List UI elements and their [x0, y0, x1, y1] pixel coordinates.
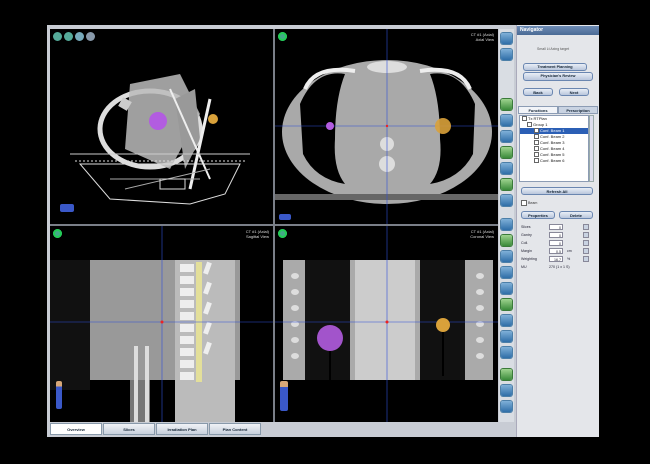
tool-icon[interactable] — [501, 401, 512, 412]
ct-coronal-image — [275, 226, 498, 422]
tool-icon[interactable] — [501, 385, 512, 396]
tool-icon[interactable] — [501, 315, 512, 326]
window-level-icon[interactable] — [501, 163, 512, 174]
param-input[interactable]: 0 — [549, 232, 563, 238]
next-button[interactable]: Next — [559, 88, 589, 96]
standing-figure-icon — [56, 381, 62, 409]
workflow-step-physicians-review[interactable]: Physician's Review — [523, 72, 593, 81]
plan-name: Small Lt Axing target — [537, 47, 570, 51]
tab-overview[interactable]: Overview — [50, 423, 102, 435]
zoom-icon[interactable] — [501, 131, 512, 142]
tab-irradiation-plan[interactable]: Irradiation Plan — [156, 423, 208, 435]
move-icon[interactable] — [501, 99, 512, 110]
param-stepper[interactable] — [583, 248, 589, 254]
tool-icon[interactable] — [501, 49, 512, 60]
navigator-panel: Navigator Small Lt Axing target Treatmen… — [516, 25, 599, 437]
crosshair-icon[interactable] — [501, 115, 512, 126]
checkbox[interactable] — [534, 152, 539, 158]
param-row: Coll. 0 — [519, 239, 595, 247]
plan-tree: Tx RTPlan Group 1 Conf. Beam 1 Conf. Bea… — [519, 115, 589, 182]
viewport-coronal[interactable]: CT #1 (Axial) Coronal View — [275, 226, 498, 422]
planning-app: CT #1 (Axial) Axial View CT #1 (Axial) S… — [47, 25, 599, 437]
workflow-step-treatment-planning[interactable]: Treatment Planning — [523, 63, 587, 71]
viewport-sagittal[interactable]: CT #1 (Axial) Sagittal View — [50, 226, 273, 422]
measure-icon[interactable] — [501, 147, 512, 158]
param-input[interactable]: 0.5 — [549, 248, 563, 254]
viewport-grid: CT #1 (Axial) Axial View CT #1 (Axial) S… — [50, 29, 498, 422]
bottom-tabs: Overview Slices Irradiation Plan Plan Co… — [50, 423, 498, 435]
checkbox[interactable] — [521, 200, 527, 206]
tool-icon[interactable] — [501, 235, 512, 246]
properties-button[interactable]: Properties — [521, 211, 555, 219]
orientation-figure-icon — [60, 204, 74, 212]
panel-title: Navigator — [517, 26, 599, 35]
param-row: MU 270 (1 x 1 S) — [521, 265, 570, 269]
param-row: Slices 0 — [519, 223, 595, 231]
expand-icon[interactable] — [522, 116, 527, 122]
beam-checkbox-row[interactable]: Beam — [521, 200, 537, 206]
param-stepper[interactable] — [583, 224, 589, 230]
viewport-axial[interactable]: CT #1 (Axial) Axial View — [275, 29, 498, 224]
expand-icon[interactable] — [527, 122, 532, 128]
tool-icon[interactable] — [501, 219, 512, 230]
render-3d — [70, 74, 250, 205]
tool-icon[interactable] — [501, 299, 512, 310]
param-input[interactable]: 0 — [549, 240, 563, 246]
param-row: Gantry 0 — [519, 231, 595, 239]
param-stepper[interactable] — [583, 232, 589, 238]
panel-tabs: Functions Prescription — [518, 106, 598, 114]
param-row: Weighting 16.7% — [519, 255, 595, 263]
param-input[interactable]: 16.7 — [549, 256, 563, 262]
tree-item[interactable]: Conf. Beam 6 — [520, 158, 588, 164]
tree-scrollbar[interactable] — [589, 115, 594, 182]
ct-axial-image — [275, 29, 498, 224]
contour-icon[interactable] — [501, 179, 512, 190]
param-stepper[interactable] — [583, 240, 589, 246]
tool-icon[interactable] — [501, 251, 512, 262]
tab-prescription[interactable]: Prescription — [558, 106, 598, 114]
param-row: Margin 0.5 cm — [519, 247, 595, 255]
tool-icon[interactable] — [501, 33, 512, 44]
checkbox[interactable] — [534, 134, 539, 140]
checkbox[interactable] — [534, 146, 539, 152]
tool-icon[interactable] — [501, 347, 512, 358]
orientation-figure-icon — [279, 214, 291, 220]
checkbox[interactable] — [534, 128, 539, 134]
tab-slices[interactable]: Slices — [103, 423, 155, 435]
delete-button[interactable]: Delete — [559, 211, 593, 219]
tab-functions[interactable]: Functions — [518, 106, 558, 114]
back-button[interactable]: Back — [523, 88, 553, 96]
tool-icon[interactable] — [501, 267, 512, 278]
tool-strip — [499, 29, 514, 422]
standing-figure-icon — [280, 381, 288, 411]
tool-icon[interactable] — [501, 283, 512, 294]
beam-checkbox-label: Beam — [528, 200, 538, 205]
checkbox[interactable] — [534, 140, 539, 146]
beam-icon[interactable] — [501, 195, 512, 206]
tool-icon[interactable] — [501, 369, 512, 380]
viewport-3d[interactable] — [50, 29, 273, 224]
checkbox[interactable] — [534, 158, 539, 164]
beam-parameters: Slices 0 Gantry 0 Coll. 0 Margin 0.5 cm Weigh… — [519, 223, 595, 271]
ct-sagittal-image — [50, 226, 273, 422]
refresh-all-button[interactable]: Refresh All — [521, 187, 593, 195]
tab-plan-content[interactable]: Plan Content — [209, 423, 261, 435]
param-stepper[interactable] — [583, 256, 589, 262]
param-input[interactable]: 0 — [549, 224, 563, 230]
tool-icon[interactable] — [501, 331, 512, 342]
